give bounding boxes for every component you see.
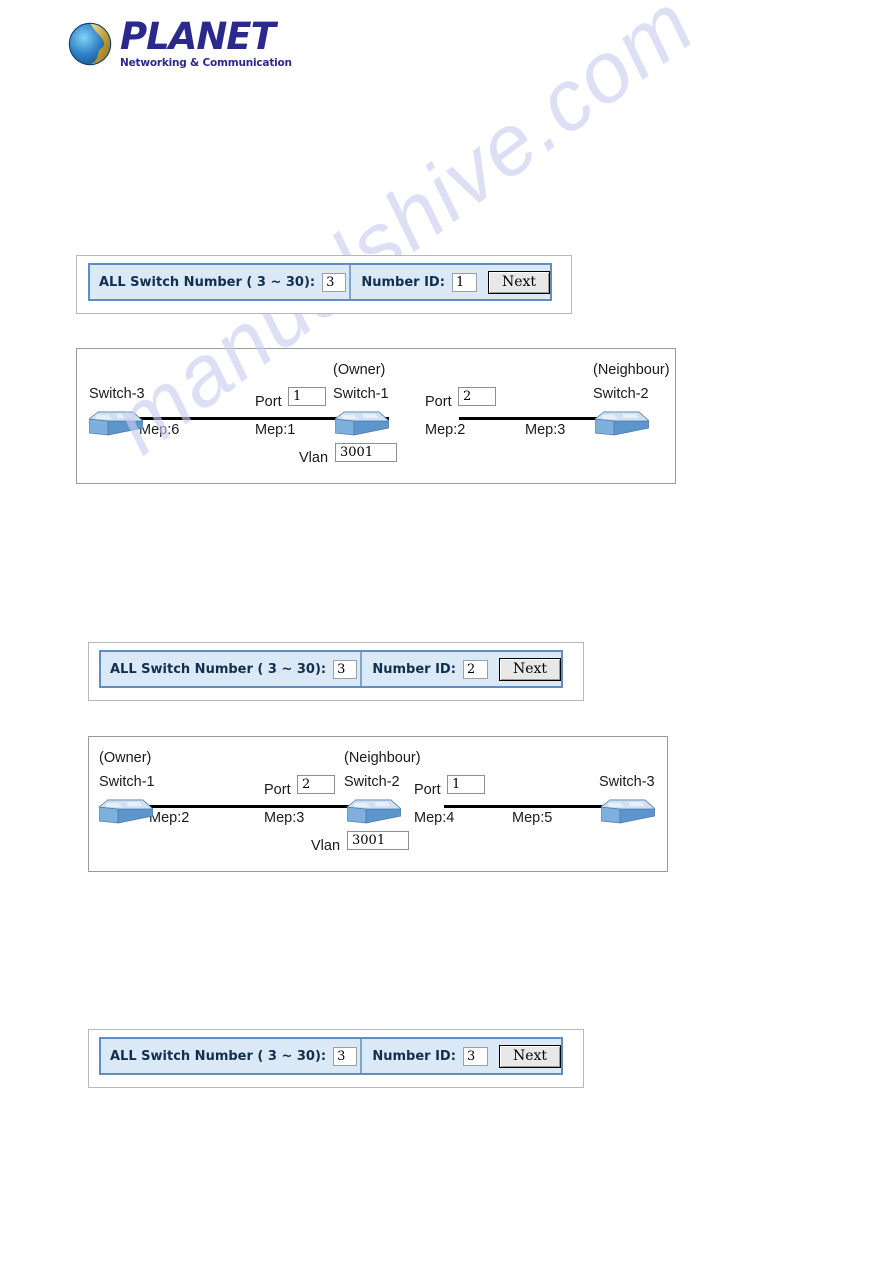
mep-label-1-0: Mep:6 (139, 422, 180, 438)
switch-number-label-1: ALL Switch Number ( 3 ~ 30): (99, 274, 316, 290)
link-switch2-switch3-d2 (444, 805, 602, 808)
vlan-input-1[interactable]: 3001 (335, 443, 397, 462)
network-switch-icon (99, 799, 153, 824)
number-id-section-3: Number ID: 3 Next (362, 1039, 561, 1073)
mep-label-1-2: Mep:2 (425, 422, 466, 438)
switch-number-section-3: ALL Switch Number ( 3 ~ 30): 3 (101, 1039, 363, 1073)
planet-globe-icon (68, 22, 112, 66)
node-name-switch2: Switch-2 (593, 386, 649, 402)
network-switch-icon (89, 411, 143, 436)
number-id-section-2: Number ID: 2 Next (362, 652, 561, 686)
switch-number-section-1: ALL Switch Number ( 3 ~ 30): 3 (90, 265, 352, 299)
number-id-section-1: Number ID: 1 Next (351, 265, 550, 299)
port-input-right-2[interactable]: 1 (447, 775, 485, 794)
node-role-switch1-d2: (Owner) (99, 750, 152, 766)
vlan-label-2: Vlan (311, 838, 341, 854)
number-id-input-2[interactable]: 2 (462, 659, 488, 679)
number-id-label-1: Number ID: (361, 274, 445, 290)
planet-logo: PLANET Networking & Communication (68, 14, 318, 76)
mep-label-1-1: Mep:1 (255, 422, 296, 438)
node-name-switch1-d2: Switch-1 (99, 774, 155, 790)
port-label-left-1: Port (255, 394, 282, 410)
logo-brand-text: PLANET (120, 15, 276, 58)
next-button-1[interactable]: Next (487, 270, 550, 294)
switch-wizard-form-1: ALL Switch Number ( 3 ~ 30): 3 Number ID… (88, 263, 552, 301)
mep-label-2-1: Mep:3 (264, 810, 305, 826)
network-switch-icon (601, 799, 655, 824)
link-switch1-switch2-d2 (137, 805, 380, 808)
port-label-left-2: Port (264, 782, 291, 798)
number-id-input-3[interactable]: 3 (462, 1046, 488, 1066)
switch-number-input-3[interactable]: 3 (333, 1046, 358, 1066)
switch-wizard-form-3: ALL Switch Number ( 3 ~ 30): 3 Number ID… (99, 1037, 563, 1075)
port-input-left-1[interactable]: 1 (288, 387, 326, 406)
switch-number-label-3: ALL Switch Number ( 3 ~ 30): (110, 1048, 327, 1064)
topology-diagram-2: (Owner) Switch-1 Mep:2 Port 2 Mep:3 (Nei… (88, 736, 668, 872)
logo-tagline: Networking & Communication (120, 57, 292, 69)
node-name-switch3-d2: Switch-3 (599, 774, 655, 790)
next-button-2[interactable]: Next (498, 657, 561, 681)
number-id-label-2: Number ID: (372, 661, 456, 677)
port-label-right-2: Port (414, 782, 441, 798)
node-name-switch3: Switch-3 (89, 386, 145, 402)
number-id-label-3: Number ID: (372, 1048, 456, 1064)
network-switch-icon (347, 799, 401, 824)
switch-number-label-2: ALL Switch Number ( 3 ~ 30): (110, 661, 327, 677)
mep-label-2-2: Mep:4 (414, 810, 455, 826)
number-id-input-1[interactable]: 1 (451, 272, 477, 292)
network-switch-icon (595, 411, 649, 436)
mep-label-2-0: Mep:2 (149, 810, 190, 826)
switch-number-section-2: ALL Switch Number ( 3 ~ 30): 3 (101, 652, 363, 686)
mep-label-1-3: Mep:3 (525, 422, 566, 438)
vlan-label-1: Vlan (299, 450, 329, 466)
mep-label-2-3: Mep:5 (512, 810, 553, 826)
switch-wizard-form-2: ALL Switch Number ( 3 ~ 30): 3 Number ID… (99, 650, 563, 688)
network-switch-icon (335, 411, 389, 436)
vlan-input-2[interactable]: 3001 (347, 831, 409, 850)
port-input-left-2[interactable]: 2 (297, 775, 335, 794)
port-input-right-1[interactable]: 2 (458, 387, 496, 406)
node-name-switch1: Switch-1 (333, 386, 389, 402)
node-role-switch2-d2: (Neighbour) (344, 750, 421, 766)
node-name-switch2-d2: Switch-2 (344, 774, 400, 790)
switch-number-input-2[interactable]: 3 (333, 659, 358, 679)
topology-diagram-1: Switch-3 Mep:6 Port 1 Mep:1 (Owner) Swit… (76, 348, 676, 484)
next-button-3[interactable]: Next (498, 1044, 561, 1068)
port-label-right-1: Port (425, 394, 452, 410)
node-role-switch1: (Owner) (333, 362, 386, 378)
switch-number-input-1[interactable]: 3 (322, 272, 347, 292)
node-role-switch2: (Neighbour) (593, 362, 670, 378)
